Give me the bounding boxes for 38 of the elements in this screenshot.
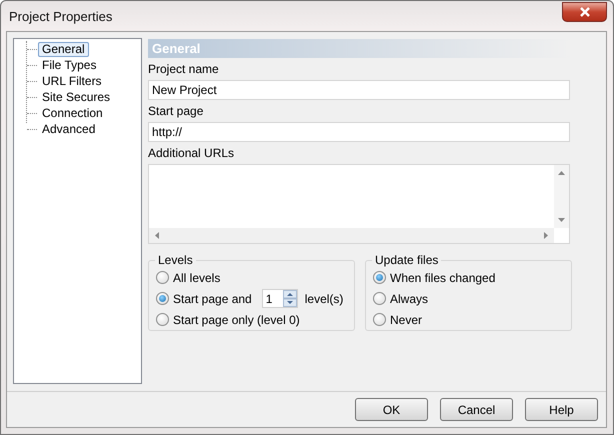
spin-arrows-icon[interactable] <box>282 290 297 307</box>
text-field[interactable]: http:// <box>148 122 570 142</box>
radio-button[interactable] <box>156 271 169 284</box>
field-label: Project name <box>148 62 220 76</box>
tree-item[interactable]: Advanced <box>38 122 100 136</box>
option-label: Start page and <box>173 292 252 306</box>
scroll-right-icon[interactable] <box>544 232 548 239</box>
option-label: Never <box>390 312 422 326</box>
tree-item[interactable]: URL Filters <box>38 74 106 88</box>
radio-button[interactable] <box>156 313 169 326</box>
radio-button[interactable] <box>373 292 386 305</box>
text-field[interactable]: New Project <box>148 80 570 100</box>
dialog-button[interactable]: OK <box>355 398 428 421</box>
field-label: Additional URLs <box>148 146 236 160</box>
radio-button[interactable] <box>373 271 386 284</box>
option-label: level(s) <box>304 292 344 306</box>
scroll-up-icon[interactable] <box>558 171 565 175</box>
tree-item[interactable]: Site Secures <box>38 90 114 104</box>
close-icon <box>578 7 590 17</box>
dialog-button[interactable]: Help <box>525 398 598 421</box>
tree-item[interactable]: Connection <box>38 106 107 120</box>
group-title: Levels <box>157 253 194 267</box>
radio-button[interactable] <box>156 292 169 305</box>
scroll-left-icon[interactable] <box>155 232 159 239</box>
number-spinner[interactable]: 1 <box>262 289 298 308</box>
option-label: Start page only (level 0) <box>173 312 300 326</box>
scroll-down-icon[interactable] <box>558 218 565 222</box>
option-label: When files changed <box>390 270 496 284</box>
field-label: Start page <box>148 104 204 118</box>
tree-item[interactable]: General <box>38 42 89 56</box>
tree-item[interactable]: File Types <box>38 58 100 72</box>
window-title: Project Properties <box>8 8 112 24</box>
option-label: Always <box>390 292 428 306</box>
close-button[interactable] <box>562 2 607 22</box>
option-label: All levels <box>173 270 220 284</box>
dialog-button[interactable]: Cancel <box>440 398 513 421</box>
group-title: Update files <box>374 253 440 267</box>
radio-button[interactable] <box>373 313 386 326</box>
